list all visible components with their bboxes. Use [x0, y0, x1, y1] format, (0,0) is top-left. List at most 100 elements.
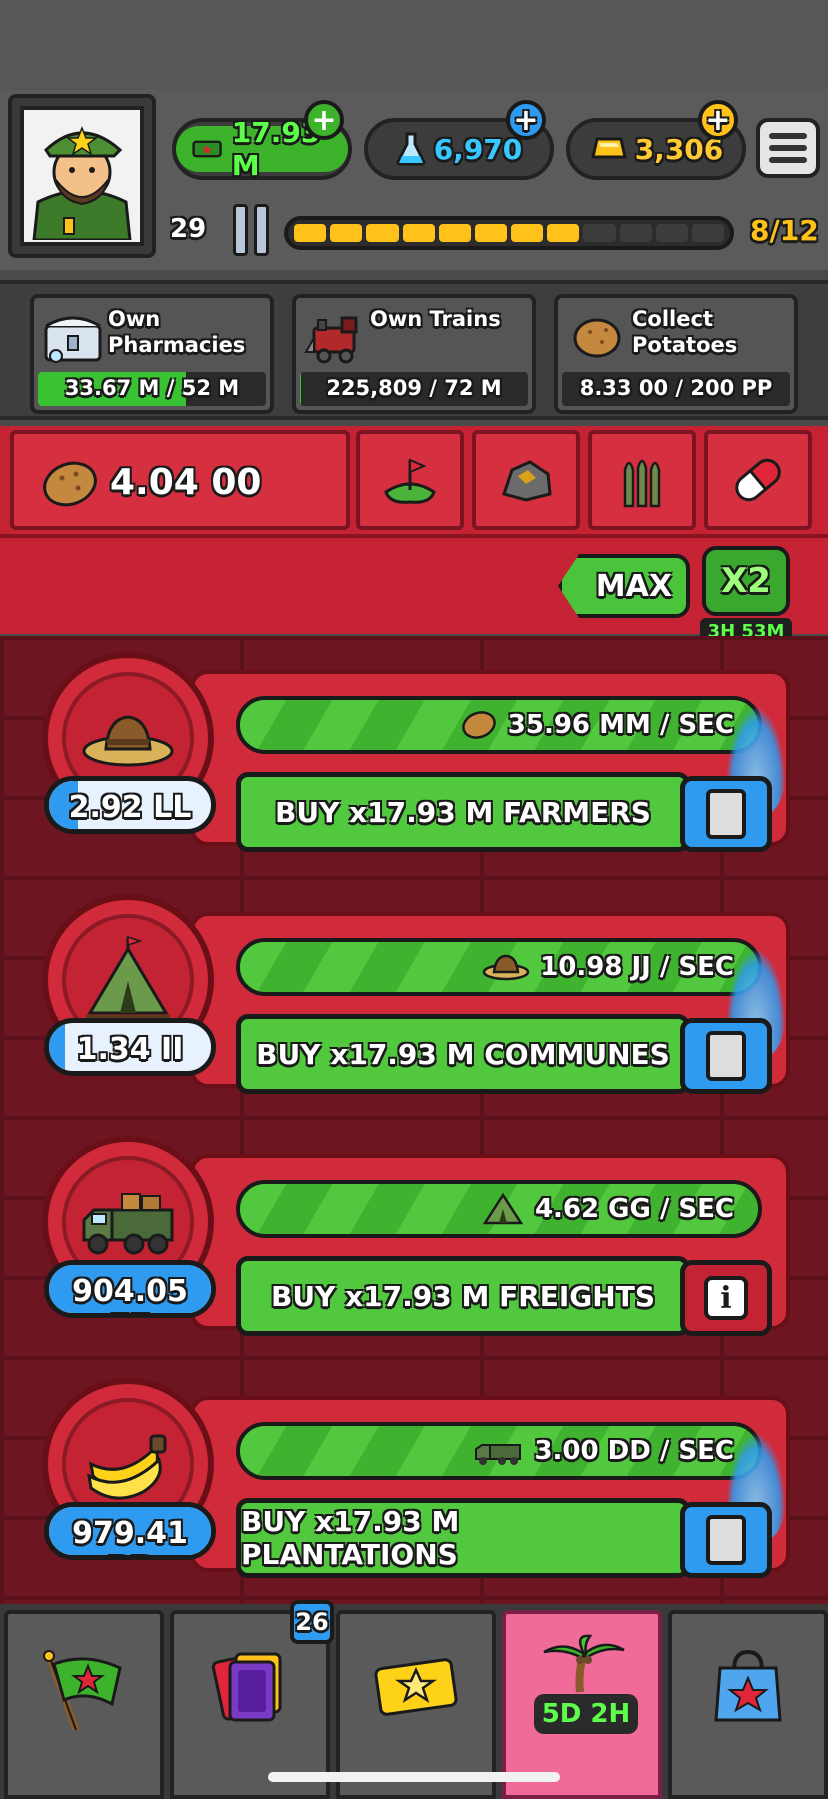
straw-hat-icon [482, 954, 530, 981]
pharmacy-chest-icon [44, 316, 102, 363]
production-rate-text: 4.62 GG / SEC [534, 1194, 734, 1224]
industry-owned-count: 1.34 II [44, 1018, 216, 1076]
buy-farmers-button[interactable]: BUY x17.93 M FARMERS [236, 772, 690, 852]
production-rate-text: 10.98 JJ / SEC [540, 952, 734, 982]
mission-progress-bar: 225,809 / 72 M [300, 372, 528, 406]
nav-tab-shop[interactable] [668, 1610, 828, 1799]
event-timer: 5D 2H [534, 1694, 638, 1734]
production-rate-text: 35.96 MM / SEC [507, 710, 734, 740]
mission-title-line: Collect [632, 307, 713, 331]
general-portrait-icon [24, 110, 140, 242]
potato-resource-panel[interactable]: 4.04 00 [10, 430, 350, 530]
production-rate-bar: 10.98 JJ / SEC [236, 938, 762, 996]
industry-owned-count: 904.05 EE [44, 1260, 216, 1318]
potato-icon [461, 711, 496, 739]
pause-icon-bar [254, 204, 269, 256]
mission-card-potatoes[interactable]: Collect Potatoes 8.33 00 / 200 PP [554, 294, 798, 414]
straw-hat-icon [82, 715, 174, 767]
progress-segment [583, 224, 616, 242]
nav-tab-campaign[interactable] [4, 1610, 164, 1799]
mission-progress-text: 8.33 00 / 200 PP [579, 376, 773, 400]
mission-card-trains[interactable]: Own Trains 225,809 / 72 M [292, 294, 536, 414]
resource-tab-medicine[interactable] [704, 430, 812, 530]
production-rate-text: 3.00 DD / SEC [534, 1436, 734, 1466]
industry-row-freights: 904.05 EE 4.62 GG / SEC BUY x17.93 M FRE… [0, 1130, 828, 1336]
cash-counter[interactable]: 17.93 M + [172, 100, 352, 182]
pill-capsule-icon [735, 458, 781, 502]
buy-communes-button[interactable]: BUY x17.93 M COMMUNES [236, 1014, 690, 1094]
production-rate-bar: 3.00 DD / SEC [236, 1422, 762, 1480]
resource-bar: 4.04 00 [0, 426, 828, 534]
owned-count-text: 2.92 LL [68, 790, 192, 825]
card-icon [706, 789, 746, 839]
x2-boost-button[interactable]: X2 [702, 546, 790, 616]
mission-title-line: Potatoes [632, 333, 738, 357]
level-progress-bar [284, 216, 734, 250]
menu-icon-line [769, 157, 807, 163]
mission-card-pharmacies[interactable]: Own Pharmacies 33.67 M / 52 M [30, 294, 274, 414]
player-level: 29 [170, 214, 207, 244]
mission-progress-bar: 8.33 00 / 200 PP [562, 372, 790, 406]
progress-segment [330, 224, 363, 242]
industry-row-communes: 1.34 II 10.98 JJ / SEC BUY x17.93 M COMM… [0, 888, 828, 1094]
potato-count: 4.04 00 [110, 462, 262, 503]
cards-icon [211, 1652, 282, 1722]
progress-segment [402, 224, 435, 242]
progress-segment [691, 224, 725, 242]
potato-icon [573, 318, 621, 358]
industry-owned-count: 979.41 BB [44, 1502, 216, 1560]
tent-icon [482, 1192, 524, 1225]
avatar-frame [20, 106, 144, 246]
potato-icon [43, 461, 97, 507]
shop-bag-icon [714, 1649, 782, 1722]
status-strip [0, 0, 828, 90]
science-value: 6,970 [433, 132, 523, 166]
industry-card-button[interactable] [680, 776, 772, 852]
flag-star-icon [43, 1650, 122, 1732]
science-counter[interactable]: 6,970 + [364, 100, 554, 180]
gold-counter[interactable]: 3,306 + [566, 100, 746, 180]
add-cash-button[interactable]: + [304, 100, 344, 140]
mission-progress-text: 225,809 / 72 M [326, 376, 502, 400]
production-rate-bar: 35.96 MM / SEC [236, 696, 762, 754]
mission-title: Collect Potatoes [632, 306, 737, 358]
flask-icon [396, 132, 426, 166]
production-rate-bar: 4.62 GG / SEC [236, 1180, 762, 1238]
industry-row-plantations: 979.41 BB 3.00 DD / SEC BUY x17.93 M PLA… [0, 1372, 828, 1578]
nav-tab-rewards[interactable] [336, 1610, 496, 1799]
progress-segment [655, 224, 688, 242]
star-ticket-icon [374, 1658, 458, 1716]
menu-icon-line [769, 145, 807, 151]
industry-info-button[interactable]: i [680, 1260, 772, 1336]
home-indicator[interactable] [268, 1772, 560, 1782]
buy-freights-button[interactable]: BUY x17.93 M FREIGHTS [236, 1256, 690, 1336]
nav-tab-event[interactable]: 5D 2H [502, 1610, 662, 1799]
pause-icon-bar [233, 204, 248, 256]
add-science-button[interactable]: + [506, 100, 546, 140]
info-icon: i [704, 1276, 748, 1320]
progress-segment [294, 224, 327, 242]
pause-button[interactable] [228, 204, 274, 256]
industry-card-button[interactable] [680, 1018, 772, 1094]
owned-count-text: 979.41 BB [72, 1516, 188, 1555]
gold-bar-icon [590, 137, 627, 159]
resource-tab-ore[interactable] [472, 430, 580, 530]
cash-bill-icon [192, 140, 222, 158]
palm-tree-icon [543, 1634, 625, 1693]
top-bar: 17.93 M + 6,970 + 3,306 + 29 8/12 [0, 0, 828, 270]
resource-tab-land[interactable] [356, 430, 464, 530]
menu-button[interactable] [756, 118, 820, 178]
progress-segment [474, 224, 508, 242]
industry-card-button[interactable] [680, 1502, 772, 1578]
add-gold-button[interactable]: + [698, 100, 738, 140]
mission-title-line: Own [108, 307, 161, 331]
player-avatar[interactable] [8, 94, 156, 258]
buy-plantations-button[interactable]: BUY x17.93 M PLANTATIONS [236, 1498, 690, 1578]
buy-max-button[interactable]: MAX [558, 554, 690, 618]
multiplier-strip: MAX X2 3H 53M [0, 534, 828, 646]
ammo-bullets-icon [623, 459, 661, 508]
resource-tab-ammo[interactable] [588, 430, 696, 530]
mission-title: Own Trains [370, 306, 501, 332]
ore-rock-icon [502, 460, 552, 502]
level-progress-label: 8/12 [750, 214, 819, 247]
